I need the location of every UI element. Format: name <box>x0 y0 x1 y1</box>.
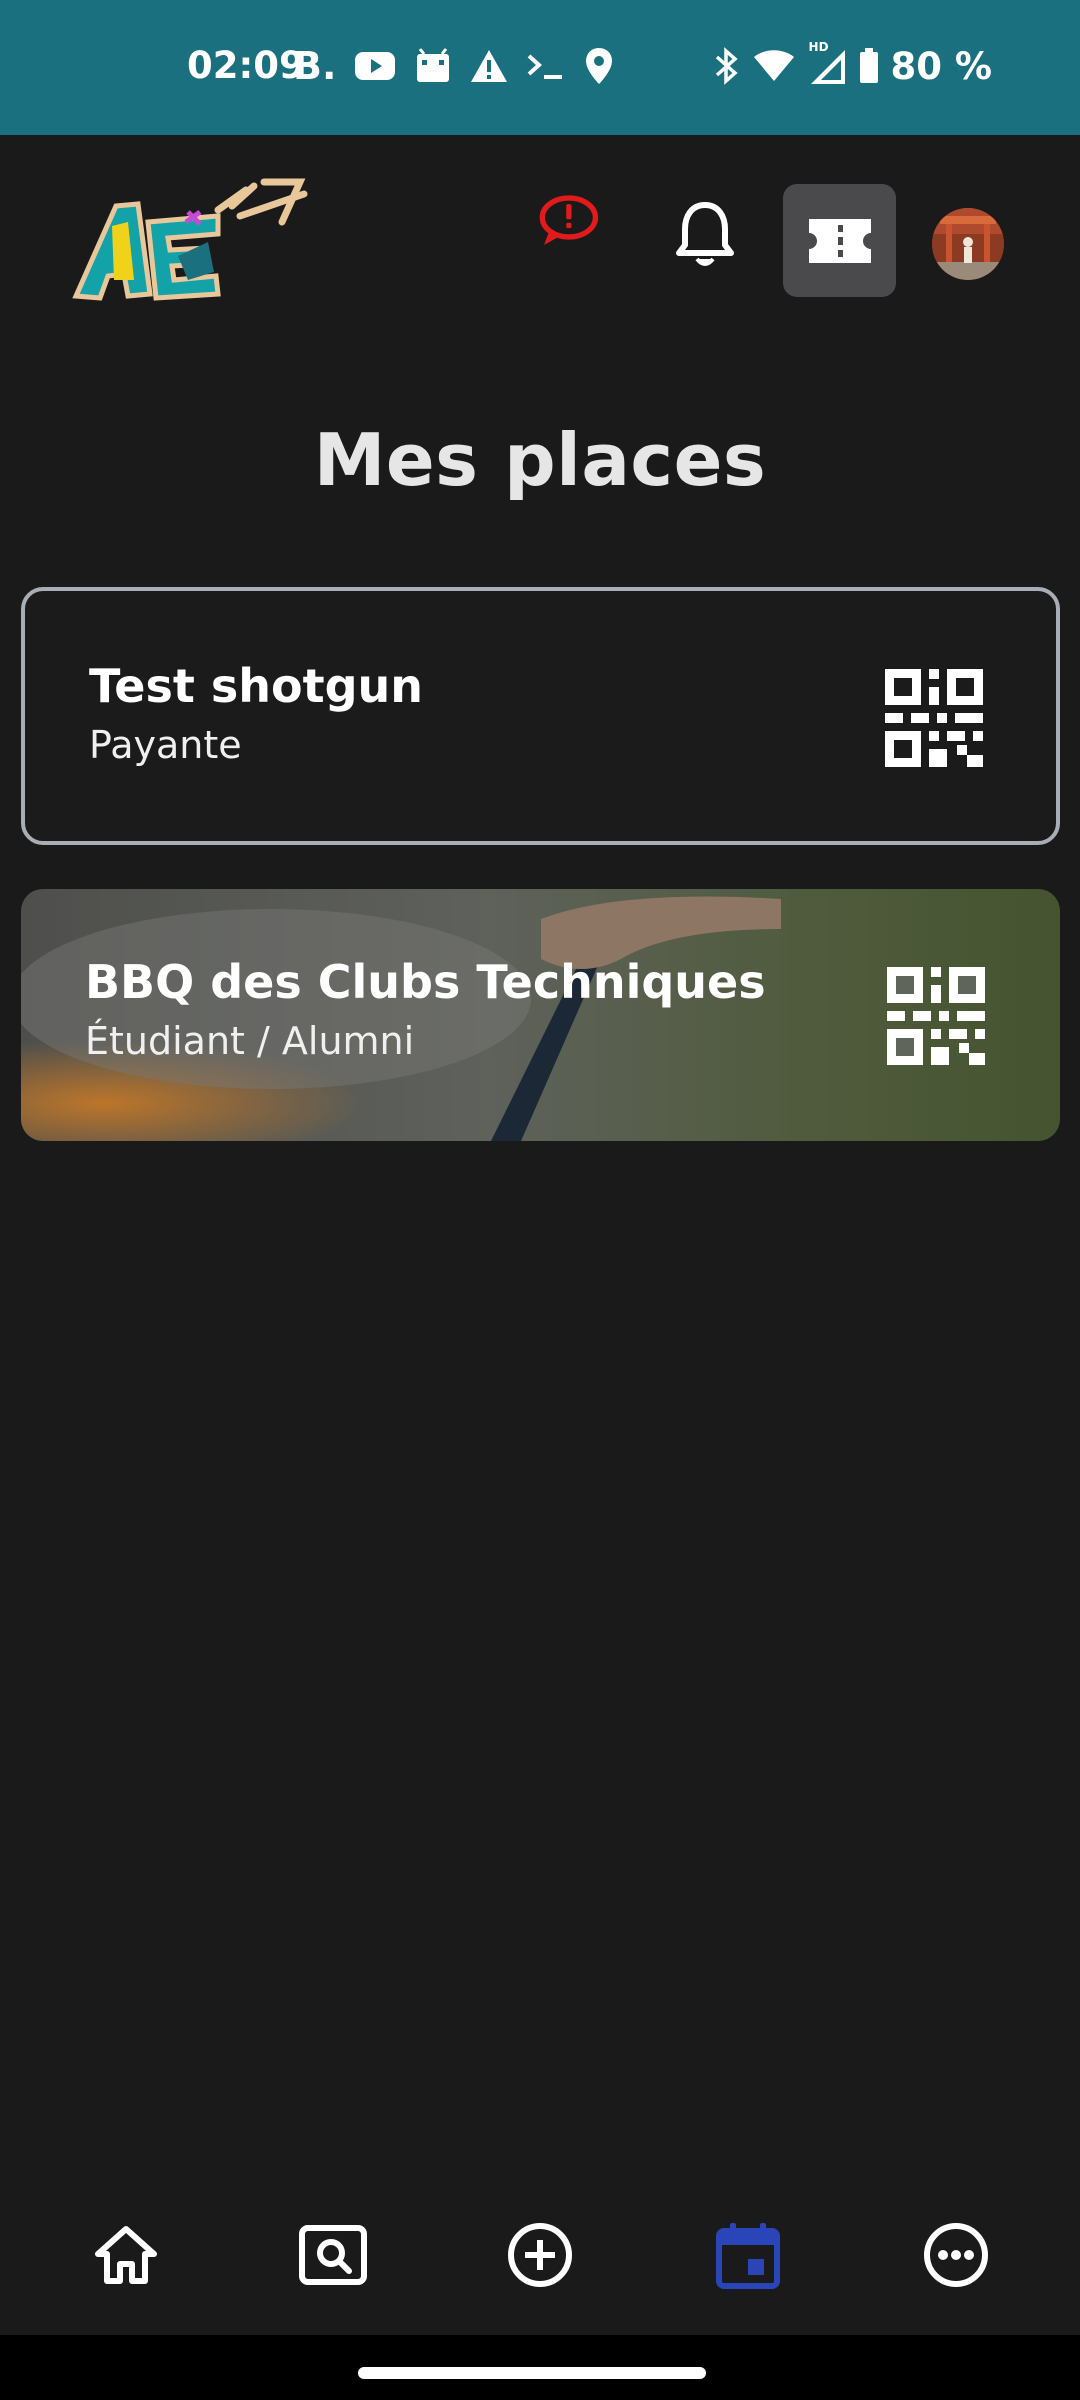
warning-icon <box>471 50 508 82</box>
status-time: 02:09 <box>187 44 305 87</box>
search-icon <box>299 2225 367 2285</box>
alert-chat-icon[interactable] <box>537 190 599 252</box>
app-logo[interactable] <box>68 176 310 308</box>
bluetooth-icon <box>715 47 738 85</box>
calendar-icon <box>716 2223 780 2289</box>
battery-percent: 80 % <box>890 44 992 88</box>
nav-home[interactable] <box>86 2215 166 2295</box>
ticket-icon <box>808 218 871 263</box>
android-icon <box>417 48 450 82</box>
home-indicator[interactable] <box>358 2367 706 2379</box>
add-icon <box>508 2223 572 2287</box>
system-icons: HD 80 % <box>713 40 992 90</box>
gesture-bar <box>0 2335 1080 2400</box>
avatar[interactable] <box>932 208 1004 280</box>
ticket-title: BBQ des Clubs Techniques <box>85 955 766 1009</box>
ticket-subtitle: Payante <box>89 723 242 767</box>
nav-more[interactable] <box>916 2215 996 2295</box>
qr-code-icon[interactable] <box>887 967 985 1065</box>
more-icon <box>924 2223 988 2287</box>
bell-icon[interactable] <box>674 202 736 266</box>
location-icon <box>586 48 613 84</box>
status-bar: 02:09 B. HD 80 % <box>0 0 1080 135</box>
ticket-title: Test shotgun <box>89 659 423 713</box>
nav-search[interactable] <box>293 2215 373 2295</box>
nav-add[interactable] <box>500 2215 580 2295</box>
booking-icon: B. <box>293 44 337 88</box>
notification-icons: B. <box>293 42 614 90</box>
home-icon <box>95 2226 157 2284</box>
terminal-icon <box>528 54 563 79</box>
ticket-subtitle: Étudiant / Alumni <box>85 1019 415 1063</box>
wifi-icon <box>753 50 794 81</box>
tickets-button[interactable] <box>783 184 896 297</box>
ticket-card[interactable]: Test shotgun Payante <box>21 587 1060 845</box>
signal-icon: HD <box>807 40 847 86</box>
battery-icon <box>859 48 878 83</box>
qr-code-icon[interactable] <box>885 669 983 767</box>
ticket-card[interactable]: BBQ des Clubs Techniques Étudiant / Alum… <box>21 889 1060 1141</box>
youtube-icon <box>355 52 396 80</box>
bottom-navigation <box>0 2195 1080 2315</box>
page-title: Mes places <box>313 418 767 502</box>
nav-calendar[interactable] <box>708 2215 788 2295</box>
